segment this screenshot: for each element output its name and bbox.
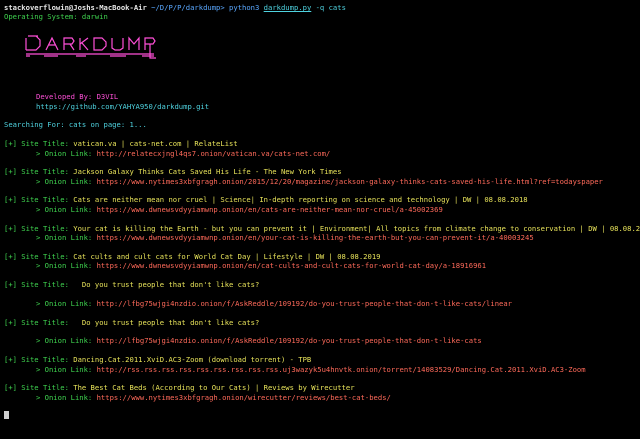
site-title: Cats are neither mean nor cruel | Scienc… <box>73 195 528 205</box>
onion-link[interactable]: http://relatecxjngl4qs7.onion/vatican.va… <box>97 149 331 158</box>
prompt-args: -q cats <box>315 3 346 12</box>
site-title: vatican.va | cats-net.com | RelateList <box>73 139 238 149</box>
prompt-path: ~/D/P/P/darkdump> <box>151 3 225 12</box>
cursor-line <box>4 411 636 420</box>
site-title-label: [+] Site Title: <box>4 223 69 233</box>
onion-link[interactable]: https://www.nytimes3xbfgragh.onion/wirec… <box>97 393 391 402</box>
onion-link-line: > Onion Link: https://www.dwnewsvdyyiamw… <box>4 261 636 270</box>
onion-link-line: > Onion Link: https://www.nytimes3xbfgra… <box>4 177 636 186</box>
onion-link[interactable]: http://lfbg75wjgi4nzdio.onion/f/AskReddl… <box>97 336 482 345</box>
site-title-label: [+] Site Title: <box>4 167 69 177</box>
onion-link-label: > Onion Link: <box>36 176 93 186</box>
os-line: Operating System: darwin <box>4 12 108 22</box>
site-title-label: [+] Site Title: <box>4 383 69 393</box>
site-title-line: [+] Site Title: vatican.va | cats-net.co… <box>4 139 636 148</box>
terminal-cursor <box>4 411 9 420</box>
onion-link[interactable]: https://www.dwnewsvdyyiamwnp.onion/en/ca… <box>97 261 486 270</box>
onion-link-label: > Onion Link: <box>36 336 93 346</box>
onion-link-label: > Onion Link: <box>36 364 93 374</box>
site-title-line: [+] Site Title: Do you trust people that… <box>4 318 636 327</box>
onion-link-line: > Onion Link: https://www.dwnewsvdyyiamw… <box>4 205 636 214</box>
results-list: [+] Site Title: vatican.va | cats-net.co… <box>4 139 640 411</box>
site-title: Do you trust people that don't like cats… <box>73 280 260 289</box>
site-title: Your cat is killing the Earth - but you … <box>73 223 640 233</box>
site-title-label: [+] Site Title: <box>4 139 69 149</box>
onion-link-label: > Onion Link: <box>36 392 93 402</box>
site-title: Jackson Galaxy Thinks Cats Saved His Lif… <box>73 167 342 177</box>
onion-link-label: > Onion Link: <box>36 148 93 158</box>
prompt-command: python3 <box>229 3 260 12</box>
site-title-line: [+] Site Title: Do you trust people that… <box>4 280 636 289</box>
developed-by-line: Developed By: D3VIL <box>4 92 636 101</box>
prompt-script: darkdump.py <box>263 3 312 12</box>
onion-link-label: > Onion Link: <box>36 261 93 271</box>
developed-by-label: Developed By: <box>36 92 93 102</box>
site-title-label: [+] Site Title: <box>4 355 69 365</box>
site-title-line: [+] Site Title: The Best Cat Beds (Accor… <box>4 383 636 392</box>
site-title-line: [+] Site Title: Your cat is killing the … <box>4 223 640 233</box>
site-title: The Best Cat Beds (According to Our Cats… <box>73 383 355 393</box>
site-title-line: [+] Site Title: Jackson Galaxy Thinks Ca… <box>4 167 636 176</box>
site-title: Cat cults and cult cats for World Cat Da… <box>73 251 381 261</box>
onion-link-line: > Onion Link: http://lfbg75wjgi4nzdio.on… <box>4 336 636 345</box>
onion-link[interactable]: http://rss.rss.rss.rss.rss.rss.rss.rss.r… <box>97 365 586 374</box>
prompt-host: stackoverflowin@Joshs-MacBook-Air <box>4 3 147 12</box>
developer-name: D3VIL <box>96 92 119 102</box>
onion-link-line: > Onion Link: http://lfbg75wjgi4nzdio.on… <box>4 299 636 308</box>
onion-link-label: > Onion Link: <box>36 204 93 214</box>
site-title-label: [+] Site Title: <box>4 251 69 261</box>
terminal-window[interactable]: stackoverflowin@Joshs-MacBook-Air ~/D/P/… <box>0 0 640 439</box>
onion-link-line: > Onion Link: http://relatecxjngl4qs7.on… <box>4 149 636 158</box>
site-title-line: [+] Site Title: Dancing.Cat.2011.XviD.AC… <box>4 355 636 364</box>
site-title-label: [+] Site Title: <box>4 280 69 289</box>
site-title: Do you trust people that don't like cats… <box>73 317 260 327</box>
onion-link[interactable]: http://lfbg75wjgi4nzdio.onion/f/AskReddl… <box>97 299 512 308</box>
search-status: Searching For: cats on page: 1... <box>4 120 147 130</box>
onion-link[interactable]: https://www.dwnewsvdyyiamwnp.onion/en/ca… <box>97 205 443 214</box>
onion-link-line: > Onion Link: https://www.dwnewsvdyyiamw… <box>4 233 636 242</box>
onion-link-label: > Onion Link: <box>36 233 93 243</box>
onion-link-line: > Onion Link: http://rss.rss.rss.rss.rss… <box>4 365 636 374</box>
site-title-line: [+] Site Title: Cat cults and cult cats … <box>4 252 636 261</box>
site-title: Dancing.Cat.2011.XviD.AC3-Zoom (download… <box>73 355 312 365</box>
github-url[interactable]: https://github.com/YAHYA950/darkdump.git <box>4 102 636 111</box>
command-prompt-line: stackoverflowin@Joshs-MacBook-Air ~/D/P/… <box>4 3 636 12</box>
onion-link[interactable]: https://www.nytimes3xbfgragh.onion/2015/… <box>97 177 603 186</box>
onion-link-line: > Onion Link: https://www.nytimes3xbfgra… <box>4 393 636 402</box>
site-title-label: [+] Site Title: <box>4 195 69 205</box>
onion-link-label: > Onion Link: <box>36 298 93 308</box>
ascii-banner-logo <box>25 35 156 59</box>
site-title-line: [+] Site Title: Cats are neither mean no… <box>4 195 636 204</box>
onion-link[interactable]: https://www.dwnewsvdyyiamwnp.onion/en/yo… <box>97 233 534 242</box>
site-title-label: [+] Site Title: <box>4 317 69 327</box>
